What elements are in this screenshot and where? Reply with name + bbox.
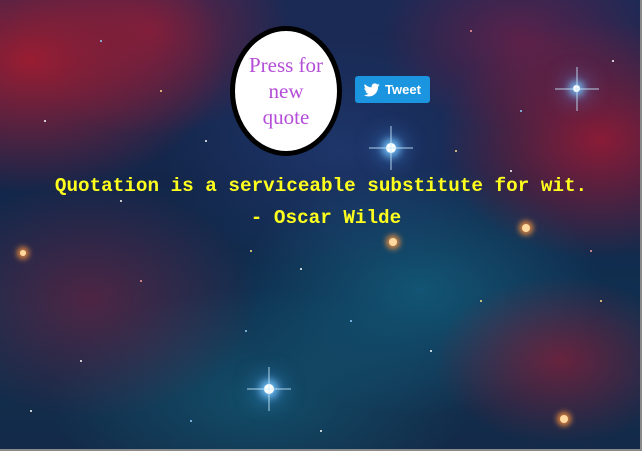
page: Press for new quote Tweet Quotation is a… [0,0,642,451]
small-star [600,300,602,302]
small-star [350,320,352,322]
small-star [140,280,142,282]
small-star [250,250,252,252]
small-star [120,200,122,202]
bright-star [264,384,274,394]
small-star [470,30,472,32]
small-star [300,268,302,270]
small-star [430,350,432,352]
small-star [245,330,247,332]
tweet-button[interactable]: Tweet [355,76,430,103]
small-star [160,90,162,92]
small-star [80,360,82,362]
small-star [590,250,592,252]
bright-star [386,143,396,153]
small-star [510,170,512,172]
small-star [455,150,457,152]
small-star [320,430,322,432]
twitter-bird-icon [364,82,380,97]
orange-star [20,250,26,256]
small-star [30,410,32,412]
quote-text: Quotation is a serviceable substitute fo… [54,175,588,197]
small-star [205,140,207,142]
small-star [612,60,614,62]
small-star [480,300,482,302]
tweet-button-label: Tweet [385,82,421,97]
bright-star [573,85,580,92]
small-star [100,40,102,42]
orange-star [560,415,568,423]
small-star [44,120,46,122]
new-quote-button[interactable]: Press for new quote [230,26,342,156]
quote-author: - Oscar Wilde [250,207,402,229]
small-star [190,420,192,422]
small-star [520,110,522,112]
orange-star [389,238,397,246]
new-quote-button-label: Press for new quote [248,53,324,129]
